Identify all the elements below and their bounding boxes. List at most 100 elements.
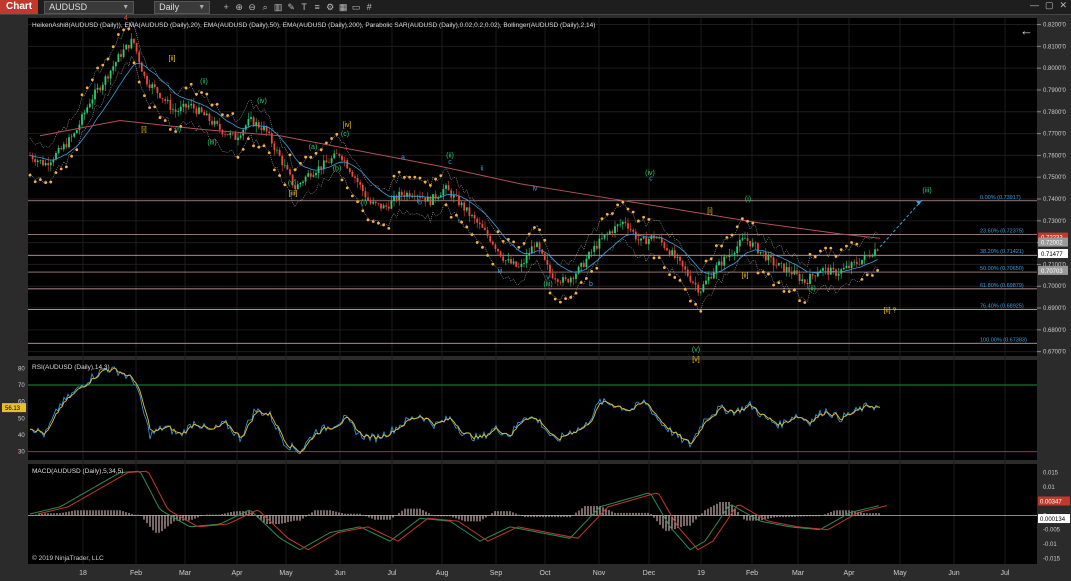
candle-body — [122, 49, 125, 57]
candle-body — [109, 70, 112, 79]
chart-canvas[interactable]: 0.00% (0.73917) 23.60% (0.72375) 38.20% (0… — [0, 15, 1071, 581]
psar-dot — [215, 102, 219, 106]
psar-dot — [309, 155, 313, 159]
candle-body — [728, 254, 731, 258]
psar-dot — [855, 242, 859, 246]
candle-body — [720, 261, 723, 266]
wave-label: (b) — [333, 166, 342, 173]
candle-body — [520, 263, 523, 267]
wave-label: (v) — [288, 180, 296, 187]
candle-body — [185, 103, 187, 108]
period-dropdown[interactable]: Daily ▼ — [154, 0, 211, 14]
candle-body — [668, 250, 671, 256]
psar-dot — [221, 113, 224, 117]
psar-dot — [335, 132, 339, 136]
psar-dot — [777, 281, 781, 285]
candle-body — [125, 44, 128, 50]
wave-label: [i] — [707, 208, 713, 215]
psar-dot — [366, 218, 370, 222]
x-tick-label: 19 — [697, 570, 705, 577]
psar-dot — [169, 127, 172, 131]
candle-body — [640, 238, 642, 241]
psar-dot — [75, 148, 79, 152]
rsi-y-tick-label: 80 — [18, 366, 25, 372]
candle-body — [78, 124, 81, 131]
layout-icon[interactable]: ▦ — [338, 2, 348, 12]
macd-panel — [28, 464, 1037, 564]
pencil-icon[interactable]: ✎ — [286, 2, 296, 12]
symbol-dropdown[interactable]: AUDUSD ▼ — [44, 0, 135, 14]
psar-dot — [637, 219, 640, 223]
crosshair-icon[interactable]: + — [221, 2, 231, 12]
candle-body — [195, 108, 198, 114]
psar-dot — [262, 144, 266, 148]
candle-body — [751, 242, 754, 247]
candle-body — [767, 254, 770, 261]
search-icon[interactable]: ⌕ — [260, 2, 270, 12]
gear-icon[interactable]: ⚙ — [325, 2, 335, 12]
psar-dot — [876, 268, 879, 272]
candle-body — [481, 224, 484, 228]
psar-dot — [720, 244, 723, 248]
price-tag-text: 0.71477 — [1041, 252, 1063, 258]
grid-icon[interactable]: # — [364, 2, 374, 12]
psar-dot — [689, 299, 692, 303]
x-tick-label: Mar — [179, 570, 192, 577]
zoom-out-icon[interactable]: ⊖ — [247, 2, 257, 12]
x-tick-label: Jun — [334, 570, 345, 577]
psar-dot — [813, 255, 817, 259]
candle-body — [101, 84, 104, 91]
close-icon[interactable]: ✕ — [1059, 0, 1067, 11]
psar-dot — [860, 277, 864, 281]
candle-body — [593, 245, 596, 252]
candle-body — [749, 240, 752, 247]
wave-label: (ii) — [808, 286, 816, 293]
candle-body — [632, 229, 635, 232]
wave-label: (c) — [341, 131, 349, 138]
candle-body — [359, 182, 362, 185]
candle-body — [559, 282, 562, 283]
candle-body — [289, 169, 291, 175]
psar-dot — [741, 217, 744, 220]
psar-dot — [371, 220, 375, 223]
macd-y-tick-label: -0.015 — [1043, 556, 1061, 562]
bars-icon[interactable]: ▥ — [273, 2, 283, 12]
list-icon[interactable]: ≡ — [312, 2, 322, 12]
candle-body — [780, 263, 783, 264]
candle-body — [549, 264, 551, 274]
minimize-icon[interactable]: — — [1030, 0, 1039, 11]
candle-body — [60, 148, 63, 150]
candle-body — [491, 241, 494, 245]
chart-tab[interactable]: Chart — [0, 0, 39, 14]
psar-dot — [475, 241, 479, 244]
psar-dot — [486, 253, 489, 257]
psar-dot — [709, 257, 713, 261]
candle-body — [302, 181, 304, 183]
maximize-icon[interactable]: ▢ — [1045, 0, 1054, 11]
x-tick-label: Jul — [388, 570, 397, 577]
candle-body — [510, 259, 512, 264]
psar-dot — [616, 203, 619, 207]
price-panel-label: HeikenAshi8(AUDUSD (Daily)), EMA(AUDUSD … — [32, 22, 595, 29]
psar-dot — [533, 226, 536, 229]
text-icon[interactable]: T — [299, 2, 309, 12]
candle-body — [221, 129, 224, 135]
x-tick-label: Oct — [540, 570, 551, 577]
candle-body — [231, 133, 234, 134]
zoom-in-icon[interactable]: ⊕ — [234, 2, 244, 12]
candle-body — [468, 207, 471, 216]
candle-body — [874, 249, 876, 256]
back-arrow-icon[interactable]: ← — [1020, 23, 1033, 38]
x-tick-label: Dec — [643, 570, 656, 577]
psar-dot — [839, 248, 843, 252]
wave-label: (iv) — [257, 98, 267, 105]
candle-body — [822, 268, 824, 271]
wave-label: [iv] — [343, 122, 352, 129]
y-tick-label: 0.7700'0 — [1043, 132, 1066, 138]
candle-body — [556, 279, 559, 283]
screen-icon[interactable]: ▭ — [351, 2, 361, 12]
candle-body — [107, 76, 109, 79]
candle-body — [330, 158, 333, 163]
candle-body — [112, 66, 115, 71]
psar-dot — [449, 215, 453, 219]
